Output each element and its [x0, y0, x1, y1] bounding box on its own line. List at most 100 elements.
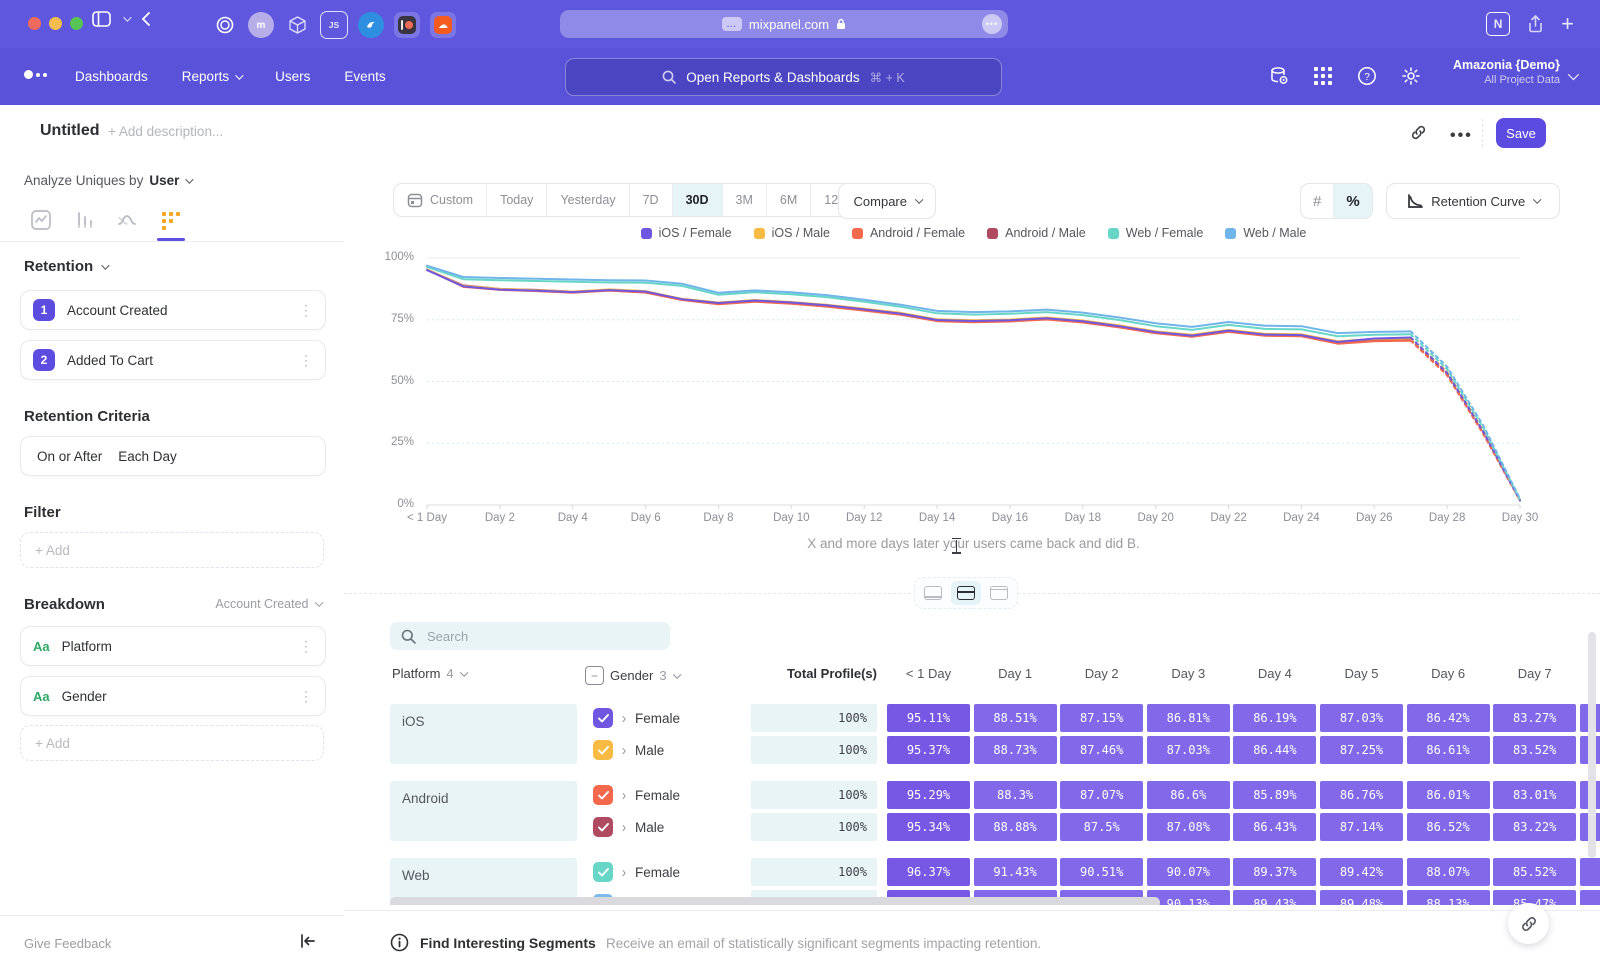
expand-row-icon[interactable]: › [622, 819, 626, 836]
breakdown-options-icon[interactable]: ⋮ [299, 688, 313, 705]
retention-cell[interactable]: 88.13% [1407, 890, 1490, 905]
share-link-fab[interactable] [1508, 903, 1549, 944]
chevron-down-icon[interactable] [123, 16, 129, 22]
retention-cell[interactable]: 95.34% [887, 813, 970, 841]
retention-cell[interactable]: 83.22% [1493, 813, 1576, 841]
nav-dashboards[interactable]: Dashboards [75, 69, 148, 84]
extension-m-icon[interactable]: m [248, 12, 274, 38]
retention-cell[interactable]: 86.01% [1407, 781, 1490, 809]
extension-cube-icon[interactable] [284, 12, 310, 38]
step-options-icon[interactable]: ⋮ [299, 352, 313, 369]
retention-cell[interactable]: 86.42% [1407, 704, 1490, 732]
retention-cell[interactable]: 88.51% [974, 704, 1057, 732]
copy-link-icon[interactable] [1410, 124, 1427, 141]
tab-flows-icon[interactable] [116, 209, 138, 231]
retention-cell[interactable]: 89.42% [1320, 858, 1403, 886]
save-button[interactable]: Save [1496, 118, 1546, 148]
extension-reader-icon[interactable] [394, 12, 420, 38]
retention-cell[interactable]: 87.15% [1060, 704, 1143, 732]
help-icon[interactable]: ? [1350, 59, 1384, 93]
retention-cell[interactable]: 88.3% [974, 781, 1057, 809]
criteria-on-or-after[interactable]: On or After [37, 449, 102, 464]
tab-funnels-icon[interactable] [73, 209, 95, 231]
breakdown-options-icon[interactable]: ⋮ [299, 638, 313, 655]
give-feedback-link[interactable]: Give Feedback [24, 936, 111, 951]
gender-row[interactable]: ›Female [593, 708, 680, 728]
horizontal-scrollbar[interactable] [390, 897, 1160, 905]
analyze-entity-dropdown[interactable]: User [149, 173, 179, 188]
retention-cell[interactable]: 86.19% [1233, 704, 1316, 732]
retention-cell[interactable]: 96.37% [887, 858, 970, 886]
retention-cell[interactable]: 89.48% [1320, 890, 1403, 905]
add-filter-button[interactable]: + Add [20, 532, 324, 568]
tab-insights-icon[interactable] [30, 209, 52, 231]
select-all-checkbox[interactable]: − [585, 666, 604, 685]
apps-grid-icon[interactable] [1306, 59, 1340, 93]
mixpanel-logo[interactable] [24, 70, 47, 79]
minimize-window-button[interactable] [49, 17, 62, 30]
retention-cell[interactable]: 88.73% [974, 736, 1057, 764]
notion-tab-icon[interactable]: N [1486, 12, 1510, 36]
gender-checkbox[interactable] [593, 862, 613, 882]
layout-table-only-toggle[interactable] [984, 581, 1014, 605]
retention-cell[interactable]: 90.07% [1147, 858, 1230, 886]
retention-cell[interactable]: 86.76% [1320, 781, 1403, 809]
retention-cell[interactable]: 83.27% [1493, 704, 1576, 732]
retention-cell[interactable]: 88.88% [974, 813, 1057, 841]
retention-cell[interactable]: 85.89% [1233, 781, 1316, 809]
data-management-icon[interactable] [1262, 59, 1296, 93]
retention-cell[interactable]: 86.52% [1407, 813, 1490, 841]
breakdown-gender[interactable]: Aa Gender ⋮ [20, 676, 326, 716]
retention-cell[interactable]: 87.46% [1060, 736, 1143, 764]
nav-users[interactable]: Users [275, 69, 310, 84]
breakdown-platform[interactable]: Aa Platform ⋮ [20, 626, 326, 666]
settings-gear-icon[interactable] [1394, 59, 1428, 93]
step-options-icon[interactable]: ⋮ [299, 302, 313, 319]
expand-row-icon[interactable]: › [622, 710, 626, 727]
expand-row-icon[interactable]: › [622, 864, 626, 881]
global-search[interactable]: Open Reports & Dashboards ⌘ + K [565, 58, 1002, 96]
retention-section-heading[interactable]: Retention [24, 258, 93, 275]
table-search-input[interactable] [425, 628, 649, 645]
extension-soundcloud-icon[interactable]: ☁ [430, 12, 456, 38]
more-options-icon[interactable]: ••• [1450, 127, 1473, 145]
expand-row-icon[interactable]: › [622, 787, 626, 804]
extension-bird-icon[interactable] [358, 12, 384, 38]
retention-cell[interactable]: 86.43% [1233, 813, 1316, 841]
retention-criteria-control[interactable]: On or After Each Day [20, 436, 326, 476]
retention-cell[interactable]: 86.81% [1147, 704, 1230, 732]
report-title[interactable]: Untitled [40, 122, 100, 140]
retention-cell[interactable]: 85.52% [1493, 858, 1576, 886]
table-search[interactable] [390, 622, 670, 650]
collapse-sidebar-icon[interactable] [300, 934, 316, 948]
back-icon[interactable] [141, 12, 150, 26]
gender-checkbox[interactable] [593, 817, 613, 837]
address-bar[interactable]: ... mixpanel.com ••• [560, 10, 1008, 38]
step-added-to-cart[interactable]: 2 Added To Cart ⋮ [20, 340, 326, 380]
tab-retention-icon[interactable] [159, 209, 183, 231]
retention-cell[interactable]: 87.03% [1147, 736, 1230, 764]
gender-checkbox[interactable] [593, 708, 613, 728]
close-window-button[interactable] [28, 17, 41, 30]
retention-cell[interactable]: 85.47% [1493, 890, 1576, 905]
zoom-window-button[interactable] [70, 17, 83, 30]
gender-checkbox[interactable] [593, 740, 613, 760]
nav-events[interactable]: Events [344, 69, 385, 84]
retention-cell[interactable]: 86.6% [1147, 781, 1230, 809]
share-icon[interactable] [1528, 15, 1543, 33]
add-description[interactable]: + Add description... [108, 124, 223, 139]
vertical-scrollbar[interactable] [1588, 632, 1596, 858]
retention-cell[interactable]: 89.37% [1233, 858, 1316, 886]
retention-cell[interactable]: 86.61% [1407, 736, 1490, 764]
extension-js-icon[interactable]: JS [320, 11, 348, 39]
nav-reports[interactable]: Reports [182, 69, 241, 84]
platform-column-header[interactable]: Platform 4 [392, 666, 465, 681]
layout-split-toggle[interactable] [951, 581, 981, 605]
retention-cell[interactable]: 95.11% [887, 704, 970, 732]
retention-cell[interactable]: 90.51% [1060, 858, 1143, 886]
gender-column-header[interactable]: − Gender 3 [585, 666, 678, 685]
gender-row[interactable]: ›Male [593, 740, 664, 760]
new-tab-icon[interactable]: + [1561, 11, 1574, 37]
layout-chart-only-toggle[interactable] [918, 581, 948, 605]
retention-cell[interactable]: 87.08% [1147, 813, 1230, 841]
